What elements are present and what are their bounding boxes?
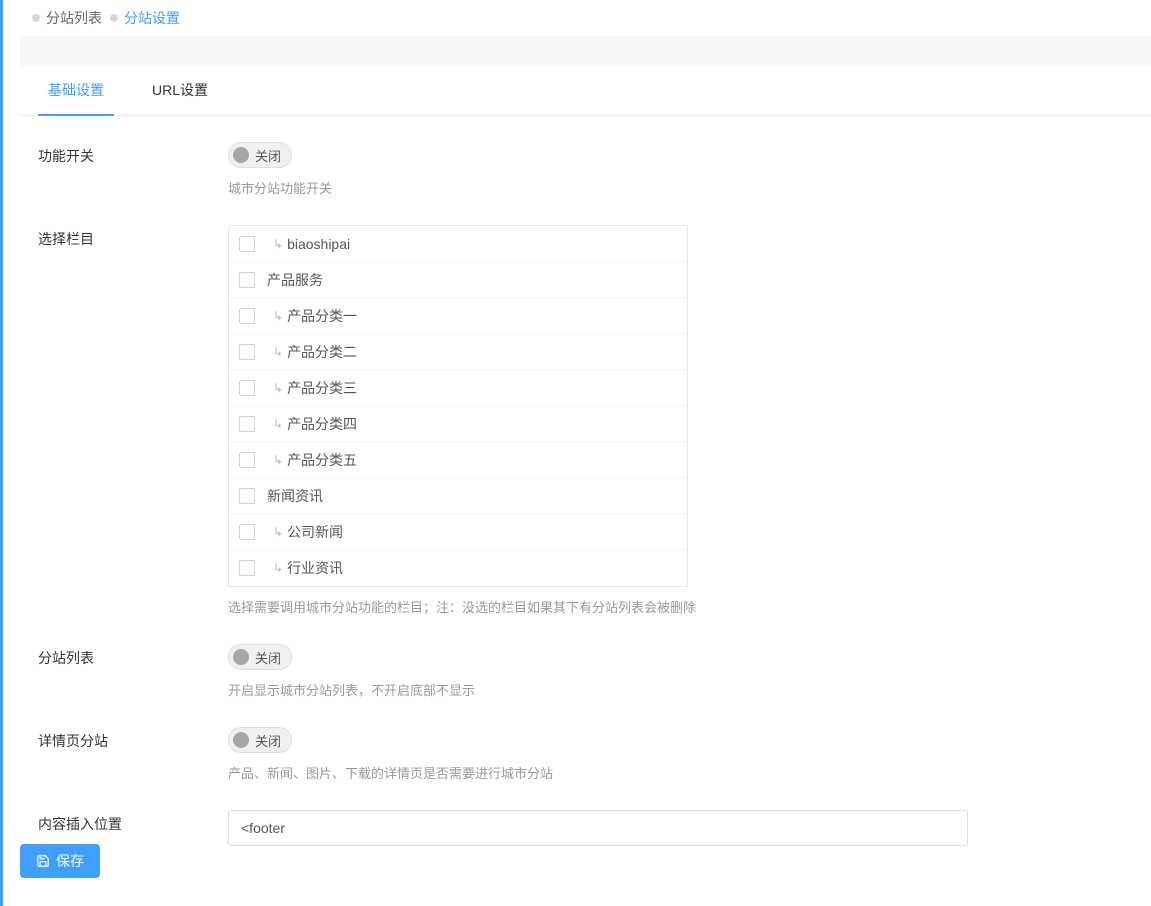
tree-item-label: ↳ 产品分类二 [267, 342, 357, 362]
help-feature-switch: 城市分站功能开关 [228, 178, 968, 197]
switch-knob-icon [233, 649, 249, 665]
help-detail-switch: 产品、新闻、图片、下载的详情页是否需要进行城市分站 [228, 763, 968, 782]
help-site-list-switch: 开启显示城市分站列表，不开启底部不显示 [228, 680, 968, 699]
tree-item-label: ↳ biaoshipai [267, 236, 350, 252]
dot-icon [110, 14, 118, 22]
child-arrow-icon: ↳ [273, 525, 283, 539]
child-arrow-icon: ↳ [273, 561, 283, 575]
help-select-columns: 选择需要调用城市分站功能的栏目；注：没选的栏目如果其下有分站列表会被删除 [228, 597, 968, 616]
tree-item-label: 产品服务 [267, 270, 323, 290]
insert-position-input[interactable] [228, 810, 968, 846]
tree-item-text: 产品服务 [267, 270, 323, 290]
tree-item[interactable]: ↳ biaoshipai [229, 226, 687, 262]
tree-item-label: ↳ 产品分类四 [267, 414, 357, 434]
breadcrumb-item[interactable]: 分站设置 [110, 8, 180, 28]
tree-item-text: 产品分类一 [287, 306, 357, 326]
checkbox[interactable] [239, 380, 255, 396]
tree-item[interactable]: 新闻资讯 [229, 478, 687, 514]
feature-switch-toggle[interactable]: 关闭 [228, 142, 292, 168]
dot-icon [32, 14, 40, 22]
row-insert-position: 内容插入位置 [38, 810, 1133, 846]
tree-item-text: 新闻资讯 [267, 486, 323, 506]
row-site-list-switch: 分站列表 关闭 开启显示城市分站列表，不开启底部不显示 [38, 644, 1133, 699]
label-feature-switch: 功能开关 [38, 142, 228, 197]
tree-item-label: ↳ 产品分类三 [267, 378, 357, 398]
page-wrapper: 分站列表 分站设置 基础设置 URL设置 功能开关 关闭 城市分站功能开关 [0, 0, 1151, 906]
checkbox[interactable] [239, 416, 255, 432]
tree-item[interactable]: ↳ 行业资讯 [229, 550, 687, 586]
switch-state: 关闭 [255, 146, 281, 165]
tree-item-text: 产品分类三 [287, 378, 357, 398]
spacer [20, 36, 1151, 66]
tree-item[interactable]: ↳ 产品分类二 [229, 334, 687, 370]
control-detail-switch: 关闭 产品、新闻、图片、下载的详情页是否需要进行城市分站 [228, 727, 968, 782]
checkbox[interactable] [239, 308, 255, 324]
breadcrumb-label: 分站列表 [46, 8, 102, 28]
tree-item-text: 产品分类二 [287, 342, 357, 362]
label-detail-switch: 详情页分站 [38, 727, 228, 782]
tree-item-label: ↳ 公司新闻 [267, 522, 343, 542]
switch-state: 关闭 [255, 731, 281, 750]
breadcrumb-label: 分站设置 [124, 8, 180, 28]
checkbox[interactable] [239, 344, 255, 360]
row-detail-switch: 详情页分站 关闭 产品、新闻、图片、下载的详情页是否需要进行城市分站 [38, 727, 1133, 782]
control-site-list-switch: 关闭 开启显示城市分站列表，不开启底部不显示 [228, 644, 968, 699]
footer-bar: 保存 [20, 844, 100, 878]
checkbox[interactable] [239, 488, 255, 504]
checkbox[interactable] [239, 560, 255, 576]
tree-item[interactable]: ↳ 产品分类五 [229, 442, 687, 478]
site-list-switch-toggle[interactable]: 关闭 [228, 644, 292, 670]
tree-item-label: ↳ 产品分类五 [267, 450, 357, 470]
column-tree: ↳biaoshipai产品服务↳产品分类一↳产品分类二↳产品分类三↳产品分类四↳… [228, 225, 688, 587]
label-site-list-switch: 分站列表 [38, 644, 228, 699]
tree-item-text: 产品分类五 [287, 450, 357, 470]
tab-basic-settings[interactable]: 基础设置 [38, 66, 114, 116]
switch-knob-icon [233, 732, 249, 748]
child-arrow-icon: ↳ [273, 345, 283, 359]
save-icon [36, 854, 50, 868]
tree-item[interactable]: ↳ 产品分类三 [229, 370, 687, 406]
tree-item-label: ↳ 产品分类一 [267, 306, 357, 326]
switch-state: 关闭 [255, 648, 281, 667]
breadcrumb-item[interactable]: 分站列表 [32, 8, 102, 28]
checkbox[interactable] [239, 524, 255, 540]
row-feature-switch: 功能开关 关闭 城市分站功能开关 [38, 142, 1133, 197]
child-arrow-icon: ↳ [273, 381, 283, 395]
checkbox[interactable] [239, 452, 255, 468]
child-arrow-icon: ↳ [273, 237, 283, 251]
tree-item-text: 行业资讯 [287, 558, 343, 578]
label-select-columns: 选择栏目 [38, 225, 228, 616]
tab-url-settings[interactable]: URL设置 [142, 66, 218, 115]
tree-item-label: 新闻资讯 [267, 486, 323, 506]
tree-item[interactable]: ↳ 产品分类一 [229, 298, 687, 334]
tree-item-text: 产品分类四 [287, 414, 357, 434]
detail-switch-toggle[interactable]: 关闭 [228, 727, 292, 753]
label-insert-position: 内容插入位置 [38, 810, 228, 846]
child-arrow-icon: ↳ [273, 309, 283, 323]
child-arrow-icon: ↳ [273, 453, 283, 467]
page-content: 分站列表 分站设置 基础设置 URL设置 功能开关 关闭 城市分站功能开关 [20, 0, 1151, 906]
switch-knob-icon [233, 147, 249, 163]
tree-item-text: 公司新闻 [287, 522, 343, 542]
tree-item-label: ↳ 行业资讯 [267, 558, 343, 578]
breadcrumb: 分站列表 分站设置 [20, 0, 1151, 36]
row-select-columns: 选择栏目 ↳ biaoshipai 产品服务 ↳ 产品分类一 ↳ 产品分类二 ↳ 产品分类三 ↳ 产… [38, 225, 1133, 616]
tabs: 基础设置 URL设置 [20, 66, 1151, 116]
tree-item[interactable]: ↳ 产品分类四 [229, 406, 687, 442]
save-button[interactable]: 保存 [20, 844, 100, 878]
child-arrow-icon: ↳ [273, 417, 283, 431]
tree-item-text: biaoshipai [287, 236, 350, 252]
control-insert-position [228, 810, 968, 846]
checkbox[interactable] [239, 236, 255, 252]
tree-item[interactable]: ↳ 公司新闻 [229, 514, 687, 550]
tree-item[interactable]: 产品服务 [229, 262, 687, 298]
save-button-label: 保存 [56, 851, 84, 871]
control-feature-switch: 关闭 城市分站功能开关 [228, 142, 968, 197]
form-area: 功能开关 关闭 城市分站功能开关 选择栏目 ↳ biaoshipai 产品服务 ↳ 产品… [20, 116, 1151, 906]
control-select-columns: ↳biaoshipai产品服务↳产品分类一↳产品分类二↳产品分类三↳产品分类四↳… [228, 225, 968, 616]
checkbox[interactable] [239, 272, 255, 288]
